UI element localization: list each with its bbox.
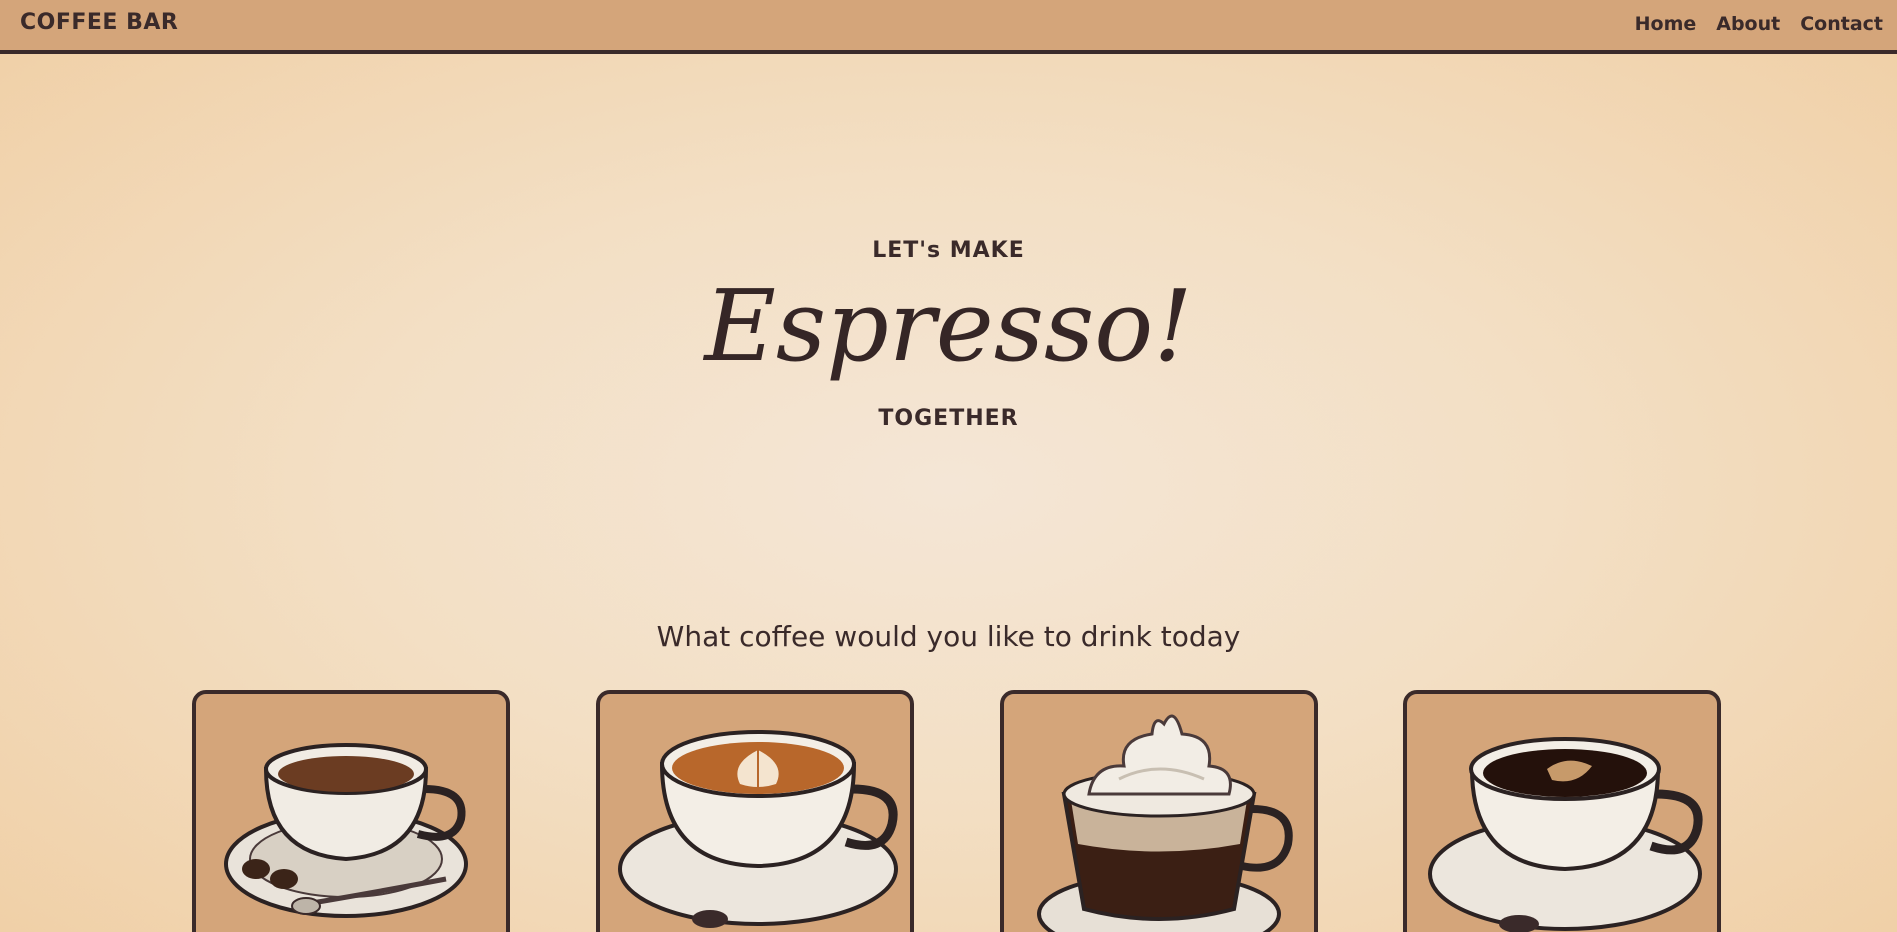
latte-cup-image [618,730,898,928]
coffee-card-black[interactable] [1403,690,1721,932]
nav-home-link[interactable]: Home [1635,13,1697,35]
espresso-cup-image [224,743,468,918]
top-navbar: COFFEE BAR Home About Contact [0,0,1897,54]
whipped-cream-coffee-image [1037,714,1293,932]
nav-about-link[interactable]: About [1716,13,1780,35]
hero-title: Espresso! [704,270,1193,384]
coffee-card-espresso[interactable] [192,690,510,932]
coffee-card-latte[interactable] [596,690,914,932]
brand-logo-text[interactable]: COFFEE BAR [20,10,178,35]
main-nav: Home About Contact [1635,13,1883,35]
nav-contact-link[interactable]: Contact [1800,13,1883,35]
black-coffee-cup-image [1428,737,1703,932]
menu-section-title: What coffee would you like to drink toda… [656,620,1241,653]
coffee-card-whipped[interactable] [1000,690,1318,932]
hero-post-heading: TOGETHER [878,406,1019,431]
hero-pre-heading: LET's MAKE [872,238,1025,263]
